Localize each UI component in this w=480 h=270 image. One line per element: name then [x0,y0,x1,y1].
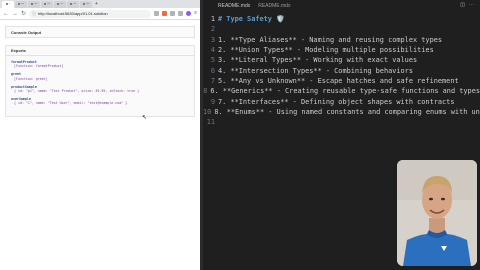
line-text: 3. **Literal Types** - Working with exac… [218,56,418,65]
split-editor-icon[interactable]: ◫ [460,3,465,8]
editor-tab[interactable]: README.mdx [218,3,250,9]
editor-actions: ◫ ⋯ [460,3,474,8]
mouse-cursor-icon: ↖ [142,115,148,121]
app-page: Console Output Exports formatProduct [Fu… [0,20,200,270]
line-text: 1. **Type Aliases** - Naming and reusing… [218,35,443,44]
line-text: # Type Safety 🛡️ [218,15,285,24]
line-number: 9 [210,97,215,106]
line-number: 2 [210,25,215,34]
brave-shield-icon[interactable] [162,11,168,16]
exports-title: Exports [6,46,194,56]
line-number: 4 [210,46,215,55]
browser-tab[interactable]: co [28,0,40,8]
export-value: [Function: formatProduct] [14,64,64,69]
browser-tab-label: co [73,3,76,5]
favicon-icon [5,3,8,5]
line-number: 7 [210,76,215,85]
browser-tab[interactable]: co [80,0,92,8]
code-line: 7 5. **Any vs Unknown** - Escape hatches … [203,76,480,86]
line-number: 6 [210,66,215,75]
code-line: 10 8. **Enums** - Using named constants a… [203,107,480,117]
code-line: 9 7. **Interfaces** - Defining object sha… [203,96,480,106]
browser-tab-bar: C co co co co co co + [0,0,200,8]
editor-tab[interactable]: README.mdx [258,3,290,9]
code-line: 11 [203,117,480,127]
browser-tab[interactable]: co [67,0,79,8]
exports-list: formatProduct [Function: formatProduct] … [6,56,194,110]
export-value: [Function: greet] [14,76,48,81]
site-info-icon[interactable]: ⓘ [32,11,36,16]
webcam-overlay [397,160,477,266]
address-bar[interactable]: ⓘ http://localhost:5630/app/01.01.soluti… [29,9,152,18]
presenter-video [397,160,477,266]
code-line: 4 2. **Union Types** - Modeling multiple … [203,45,480,55]
console-output-panel: Console Output [5,26,195,38]
browser-tab[interactable]: co [41,0,53,8]
browser-tab-label: co [86,3,89,5]
code-line: 1 # Type Safety 🛡️ [203,14,480,24]
line-text: 7. **Interfaces** - Defining object shap… [218,97,455,106]
line-text: 8. **Enums** - Using named constants and… [214,107,480,116]
line-text: 5. **Any vs Unknown** - Escape hatches a… [218,76,459,85]
code-line: 2 [203,24,480,34]
favicon-icon [70,3,73,5]
back-icon[interactable]: ← [3,11,9,17]
export-value: { id: "1", name: "Test User", email: "te… [14,101,128,106]
editor-tab-bar: README.mdx README.mdx [203,0,480,12]
line-number: 3 [210,35,215,44]
exports-panel: Exports formatProduct [Function: formatP… [5,45,195,117]
favicon-icon [18,3,21,5]
browser-toolbar: ← → ↻ ⓘ http://localhost:5630/app/01.01.… [0,8,200,20]
browser-tab[interactable]: co [54,0,66,8]
line-number: 10 [203,107,212,116]
line-text: 4. **Intersection Types** - Combining be… [218,66,413,75]
line-number: 8 [203,87,208,96]
reload-icon[interactable]: ↻ [21,11,26,17]
line-number: 5 [210,56,215,65]
code-line: 8 6. **Generics** - Creating reusable typ… [203,86,480,96]
line-text: 6. **Generics** - Creating reusable type… [210,87,480,96]
browser-tab-label: co [34,3,37,5]
line-text: 2. **Union Types** - Modeling multiple p… [218,46,434,55]
favicon-icon [31,3,34,5]
sidebar-icon[interactable] [178,11,184,16]
export-value: { id: "p1", name: "Test Product", price:… [14,89,140,94]
menu-icon[interactable]: ≡ [194,11,197,16]
profile-avatar[interactable] [186,11,192,16]
favicon-icon [44,3,47,5]
new-tab-button[interactable]: + [95,1,98,7]
editor-content[interactable]: 1 # Type Safety 🛡️ 2 3 1. **Type Aliases**… [203,14,480,127]
line-number: 1 [210,15,215,24]
browser-window: C co co co co co co + ← → ↻ ⓘ http://loc… [0,0,200,270]
console-output-title: Console Output [11,29,41,35]
code-line: 3 1. **Type Aliases** - Naming and reusin… [203,35,480,45]
favicon-icon [83,3,86,5]
extensions-icon[interactable] [170,11,176,16]
forward-icon[interactable]: → [12,11,18,17]
code-line: 5 3. **Literal Types** - Working with exa… [203,55,480,65]
line-number: 11 [206,118,215,127]
favicon-icon [57,3,60,5]
code-line: 6 4. **Intersection Types** - Combining b… [203,65,480,75]
browser-tab[interactable]: co [15,0,27,8]
browser-tab[interactable]: C [2,0,14,8]
browser-tab-label: co [60,3,63,5]
bookmark-icon[interactable] [154,11,160,16]
browser-tab-label: co [47,3,50,5]
browser-tab-label: co [21,3,24,5]
url-text: http://localhost:5630/app/01.01.solution [38,11,108,16]
more-actions-icon[interactable]: ⋯ [469,3,474,8]
browser-tab-label: C [8,3,11,5]
